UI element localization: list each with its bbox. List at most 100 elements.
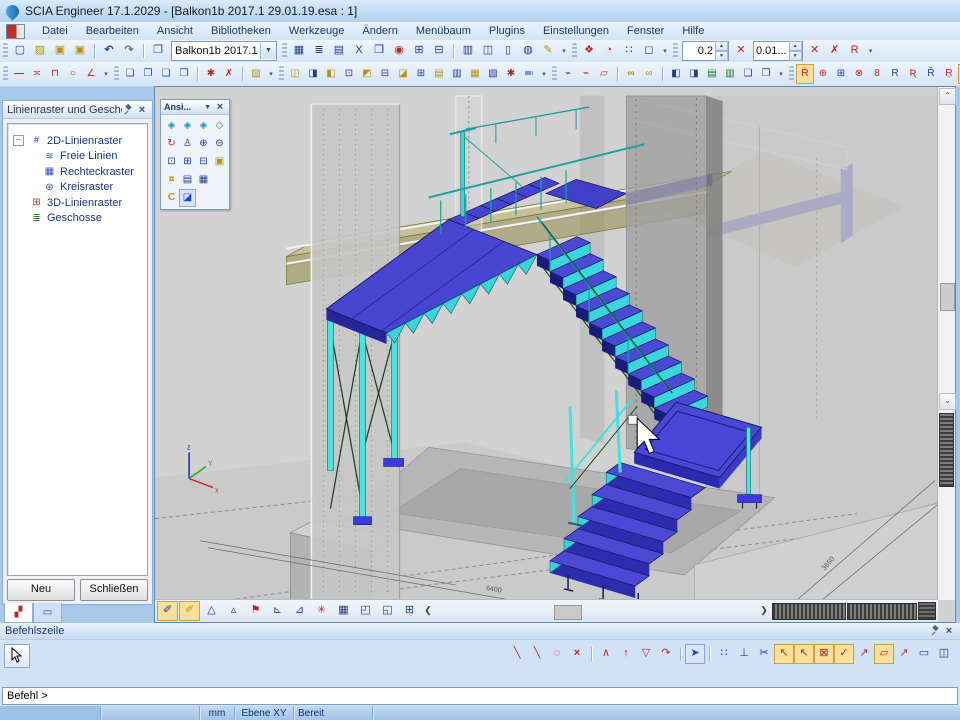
cross-link-icon[interactable]: ◪	[394, 64, 412, 84]
view-x-icon[interactable]: ◈	[163, 117, 180, 135]
ref-point-icon[interactable]: R	[845, 41, 865, 61]
tab-layout-panel[interactable]: ▭	[33, 603, 62, 623]
close-icon[interactable]: ×	[214, 101, 226, 113]
doc-link2-icon[interactable]: ❐	[757, 64, 775, 84]
beam-icon[interactable]: ◨	[304, 64, 322, 84]
snap-remove-icon[interactable]: ×	[567, 644, 587, 664]
rotate-view-icon[interactable]: ↻	[163, 135, 180, 153]
ortho-icon[interactable]: ⊥	[734, 644, 754, 664]
activity-5-icon[interactable]: 8	[868, 64, 886, 84]
new-icon[interactable]: ▢	[10, 41, 30, 61]
tree-expander[interactable]: −	[13, 135, 24, 146]
toolbar-overflow[interactable]: ▾	[558, 41, 570, 61]
light-icon[interactable]: ¤	[163, 171, 180, 189]
toolbar-overflow[interactable]: ▾	[865, 41, 877, 61]
view-z-icon[interactable]: ◈	[195, 117, 212, 135]
database-icon[interactable]: ≣	[309, 41, 329, 61]
measure-icon[interactable]: ▭	[914, 644, 934, 664]
menu-werkzeuge[interactable]: Werkzeuge	[280, 24, 353, 38]
project-combobox[interactable]: Balkon1b 2017.1 2 ▼	[171, 41, 277, 61]
pointer-tool-button[interactable]	[4, 644, 30, 668]
close-icon[interactable]: ×	[943, 625, 955, 637]
variables-icon[interactable]: Χ	[349, 41, 369, 61]
wall-icon[interactable]: ▥	[448, 64, 466, 84]
circle-icon[interactable]: ○	[64, 64, 82, 84]
schliessen-button[interactable]: Schließen	[80, 579, 148, 601]
scroll-up-icon[interactable]: ⌃	[939, 88, 956, 105]
cut-icon[interactable]: ✂	[754, 644, 774, 664]
activity-7-icon[interactable]: Ʀ	[904, 64, 922, 84]
tree-item-3d-linienraster[interactable]: ⊞ 3D-Linienraster	[8, 195, 147, 211]
redo-icon[interactable]: ↷	[119, 41, 139, 61]
layout-a-icon[interactable]: ◰	[355, 601, 376, 621]
toolbar-grip[interactable]	[114, 66, 119, 82]
haunch-icon[interactable]: ◩	[358, 64, 376, 84]
menu-datei[interactable]: Datei	[33, 24, 77, 38]
opening-icon[interactable]: ▧	[484, 64, 502, 84]
scroll-down-icon[interactable]: ⌄	[939, 393, 956, 410]
print-icon[interactable]: ▥	[458, 41, 478, 61]
modify-icon[interactable]: ✱	[202, 64, 220, 84]
snap-arc-point-icon[interactable]: ↗	[894, 644, 914, 664]
menu-menuebaum[interactable]: Menübaum	[407, 24, 480, 38]
cursor-snap-icon[interactable]: ➤	[685, 644, 705, 664]
snap-endpoint-icon[interactable]: ↖	[774, 644, 794, 664]
snap-intersection-icon[interactable]: ⊠	[814, 644, 834, 664]
pin-icon[interactable]	[929, 625, 941, 637]
paste-icon[interactable]: ❐	[139, 64, 157, 84]
point-grid-icon[interactable]: ∷	[619, 41, 639, 61]
grid-line-icon[interactable]: ≍	[28, 64, 46, 84]
activity-2-icon[interactable]: ⊕	[814, 64, 832, 84]
toolbar-overflow[interactable]: ▾	[265, 64, 277, 84]
delete-icon[interactable]: ✗	[220, 64, 238, 84]
zoom-selection-icon[interactable]: ⊟	[195, 153, 212, 171]
deselect-icon[interactable]: ▱	[595, 64, 613, 84]
snap-arc-icon[interactable]: ↷	[656, 644, 676, 664]
snap-vertex-icon[interactable]: ∧	[596, 644, 616, 664]
menu-aendern[interactable]: Ändern	[353, 24, 406, 38]
toolbar-grip[interactable]	[673, 43, 678, 59]
dimension2-icon[interactable]: ⊿	[289, 601, 310, 621]
search-icon[interactable]: ∞	[622, 64, 640, 84]
command-input[interactable]: Befehl >	[2, 687, 958, 705]
spinner-arrows[interactable]: ▲▼	[789, 41, 802, 61]
snap-step-spinner[interactable]: 0.2 ▲▼	[682, 41, 729, 61]
tree-item-kreisraster[interactable]: ⊛ Kreisraster	[8, 180, 147, 196]
snap-direction-icon[interactable]: ↑	[616, 644, 636, 664]
neu-button[interactable]: Neu	[7, 579, 75, 601]
toolbar-grip[interactable]	[282, 43, 287, 59]
open-icon[interactable]: ▨	[30, 41, 50, 61]
chevron-down-icon[interactable]: ▼	[260, 43, 276, 59]
dimension-icon[interactable]: ⊾	[267, 601, 288, 621]
menu-bibliotheken[interactable]: Bibliotheken	[202, 24, 280, 38]
toolbar-grip[interactable]	[572, 43, 577, 59]
toolbar-grip[interactable]	[279, 66, 284, 82]
drawing-icon[interactable]: ✎	[538, 41, 558, 61]
visible-entities-icon[interactable]: ▣	[211, 153, 228, 171]
menu-ansicht[interactable]: Ansicht	[148, 24, 202, 38]
member-1d-icon[interactable]: ◫	[286, 64, 304, 84]
flag-icon[interactable]: ⚑	[245, 601, 266, 621]
menu-fenster[interactable]: Fenster	[618, 24, 673, 38]
tree-item-2d-linienraster[interactable]: − # 2D-Linienraster	[8, 133, 147, 149]
doc-link-icon[interactable]: ❏	[739, 64, 757, 84]
clip-plane-icon[interactable]: ✐	[179, 601, 200, 621]
activity-8-icon[interactable]: Ř	[922, 64, 940, 84]
zoom-window-icon[interactable]: ⊡	[163, 153, 180, 171]
snap-plane-icon[interactable]: ▽	[636, 644, 656, 664]
snap-tangent-icon[interactable]: ↗	[854, 644, 874, 664]
zoom-image-icon[interactable]: ◔	[599, 41, 619, 61]
menu-plugins[interactable]: Plugins	[480, 24, 534, 38]
node-icon[interactable]: ✱	[502, 64, 520, 84]
zoom-all-icon[interactable]: ⊞	[179, 153, 196, 171]
save-icon[interactable]: ▣	[70, 41, 90, 61]
mesh-icon[interactable]: ◉	[389, 41, 409, 61]
activity-6-icon[interactable]: R	[886, 64, 904, 84]
tree-item-rechteckraster[interactable]: ▦ Rechteckraster	[8, 164, 147, 180]
paste-props-icon[interactable]: ◨	[685, 64, 703, 84]
scroll-right-icon[interactable]: ❯	[757, 604, 771, 618]
zoom-in-icon[interactable]: ⊕	[195, 135, 212, 153]
close-icon[interactable]: ×	[136, 104, 148, 116]
clip-image-icon[interactable]: ▦	[195, 171, 212, 189]
grid-view-icon[interactable]: ▦	[333, 601, 354, 621]
